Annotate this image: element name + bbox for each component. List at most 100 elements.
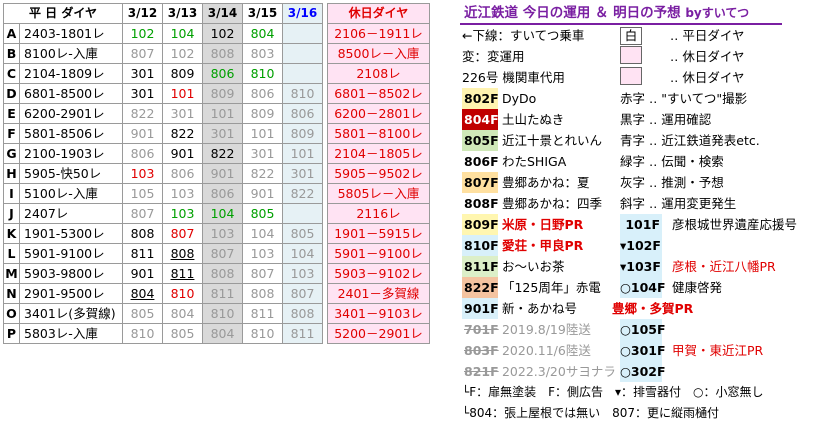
car-cell: 809 bbox=[202, 83, 243, 104]
car-cell: 103 bbox=[162, 183, 203, 204]
car-legend-row: 808F 豊郷あかね：四季 斜字 ‥ 運用変更発生 bbox=[460, 193, 816, 214]
car-cell: 808 bbox=[202, 263, 243, 284]
footnote-1: └F：扉無塗装 F：側広告 ▾：排雪器付 ○：小窓無し bbox=[462, 385, 764, 399]
car-legend-row: 811F お～いお茶 ▾103F 彦根・近江八幡PR bbox=[460, 256, 816, 277]
row-id: G bbox=[3, 143, 20, 164]
table-row: D 6801-8500レ 301 101 809 806 810 6801－8502レ bbox=[3, 83, 430, 104]
table-row: E 6200-2901レ 822 301 101 809 806 6200－2801レ bbox=[3, 103, 430, 124]
car-cell: 810 bbox=[282, 83, 323, 104]
car-cell: 807 bbox=[122, 203, 163, 224]
car-cell: 102 bbox=[162, 43, 203, 64]
car-cell bbox=[282, 43, 323, 64]
car-cell: 822 bbox=[282, 183, 323, 204]
car-cell: 101 bbox=[162, 83, 203, 104]
car-cell: 101 bbox=[202, 103, 243, 124]
car-cell: 806 bbox=[162, 163, 203, 184]
car-cell: 301 bbox=[162, 103, 203, 124]
table-row: G 2100-1903レ 806 901 822 301 101 2104－1805レ bbox=[3, 143, 430, 164]
car-cell: 806 bbox=[202, 63, 243, 84]
weekday-train: 2100-1903レ bbox=[19, 143, 123, 164]
car-cell: 822 bbox=[242, 163, 283, 184]
car-cell: 301 bbox=[122, 63, 163, 84]
car-legend-row: 803F 2020.11/6陸送 ○301F 甲賀・東近江PR bbox=[460, 340, 816, 361]
weekday-train: 5803レ-入庫 bbox=[19, 323, 123, 344]
car-cell: 805 bbox=[122, 303, 163, 324]
weekday-train: 2104-1809レ bbox=[19, 63, 123, 84]
car-cell: 102 bbox=[202, 23, 243, 44]
car-cell: 901 bbox=[162, 143, 203, 164]
heijitsu-header: 平 日 ダイヤ bbox=[3, 3, 123, 24]
table-row: L 5901-9100レ 811 808 807 103 104 5901－9100レ bbox=[3, 243, 430, 264]
legend-panel: 近江鉄道 今日の運用 ＆ 明日の予想 byすいてつ ←下線：すいてつ乗車白 ‥ 平… bbox=[460, 3, 816, 424]
car-cell: 901 bbox=[122, 123, 163, 144]
holiday-train: 5200－2901レ bbox=[327, 323, 430, 344]
row-id: F bbox=[3, 123, 20, 144]
holiday-train: 5901－9100レ bbox=[327, 243, 430, 264]
holiday-train: 3401－9103レ bbox=[327, 303, 430, 324]
car-cell: 811 bbox=[242, 303, 283, 324]
car-cell: 804 bbox=[202, 323, 243, 344]
holiday-train: 2106－1911レ bbox=[327, 23, 430, 44]
car-cell: 809 bbox=[282, 123, 323, 144]
car-cell: 811 bbox=[202, 283, 243, 304]
weekday-train: 5901-9100レ bbox=[19, 243, 123, 264]
weekday-train: 1901-5300レ bbox=[19, 223, 123, 244]
car-cell: 804 bbox=[122, 283, 163, 304]
weekday-train: 2901-9500レ bbox=[19, 283, 123, 304]
row-id: L bbox=[3, 243, 20, 264]
car-cell: 806 bbox=[282, 103, 323, 124]
operation-table: 平 日 ダイヤ 3/12 3/13 3/14 3/15 3/16 休日ダイヤ A… bbox=[3, 3, 430, 344]
car-cell: 104 bbox=[202, 203, 243, 224]
table-row: B 8100レ-入庫 807 102 808 803 8500レ－入庫 bbox=[3, 43, 430, 64]
car-cell: 807 bbox=[282, 283, 323, 304]
page-title[interactable]: 近江鉄道 今日の運用 ＆ 明日の予想 byすいてつ bbox=[460, 3, 782, 25]
row-id: J bbox=[3, 203, 20, 224]
kyujitsu-header: 休日ダイヤ bbox=[327, 3, 430, 24]
car-cell: 808 bbox=[122, 223, 163, 244]
table-row: A 2403-1801レ 102 104 102 804 2106－1911レ bbox=[3, 23, 430, 44]
table-row: J 2407レ 807 103 104 805 2116レ bbox=[3, 203, 430, 224]
weekday-train: 2407レ bbox=[19, 203, 123, 224]
row-id: I bbox=[3, 183, 20, 204]
car-cell: 809 bbox=[242, 103, 283, 124]
weekday-train: 3401レ(多賀線) bbox=[19, 303, 123, 324]
car-cell: 804 bbox=[242, 23, 283, 44]
weekday-train: 8100レ-入庫 bbox=[19, 43, 123, 64]
car-cell: 811 bbox=[162, 263, 203, 284]
date-header: 3/12 bbox=[122, 3, 163, 24]
car-legend-row: 804F 土山たぬき 黒字 ‥ 運用確認 bbox=[460, 109, 816, 130]
car-cell: 901 bbox=[242, 183, 283, 204]
car-cell: 805 bbox=[162, 323, 203, 344]
holiday-train: 8500レ－入庫 bbox=[327, 43, 430, 64]
car-legend-row: 822F 「125周年」赤電 ○104F 健康啓発 bbox=[460, 277, 816, 301]
row-id: P bbox=[3, 323, 20, 344]
holiday-train: 5801－8100レ bbox=[327, 123, 430, 144]
row-id: C bbox=[3, 63, 20, 84]
car-cell bbox=[282, 23, 323, 44]
car-cell: 807 bbox=[122, 43, 163, 64]
holiday-train: 1901－5915レ bbox=[327, 223, 430, 244]
holiday-train: 2401－多賀線 bbox=[327, 283, 430, 304]
car-cell: 103 bbox=[162, 203, 203, 224]
car-cell: 104 bbox=[162, 23, 203, 44]
car-cell: 811 bbox=[122, 243, 163, 264]
car-cell: 101 bbox=[282, 143, 323, 164]
car-cell: 807 bbox=[242, 263, 283, 284]
car-cell bbox=[282, 63, 323, 84]
car-cell: 806 bbox=[242, 83, 283, 104]
car-cell: 807 bbox=[162, 223, 203, 244]
holiday-train: 2116レ bbox=[327, 203, 430, 224]
row-id: O bbox=[3, 303, 20, 324]
car-cell: 822 bbox=[202, 143, 243, 164]
car-legend-row: 806F わたSHIGA 緑字 ‥ 伝聞・検索 bbox=[460, 151, 816, 172]
car-cell: 807 bbox=[202, 243, 243, 264]
row-id: M bbox=[3, 263, 20, 284]
car-cell: 301 bbox=[282, 163, 323, 184]
row-id: D bbox=[3, 83, 20, 104]
car-cell: 806 bbox=[202, 183, 243, 204]
table-row: N 2901-9500レ 804 810 811 808 807 2401－多賀線 bbox=[3, 283, 430, 304]
car-legend-row: 821F 2022.3/20サヨナラ ○302F bbox=[460, 361, 816, 382]
row-id: K bbox=[3, 223, 20, 244]
car-legend-row: 809F 米原・日野PR 101F 彦根城世界遺産応援号 bbox=[460, 214, 816, 235]
table-row: M 5903-9800レ 901 811 808 807 103 5903－9102レ bbox=[3, 263, 430, 284]
